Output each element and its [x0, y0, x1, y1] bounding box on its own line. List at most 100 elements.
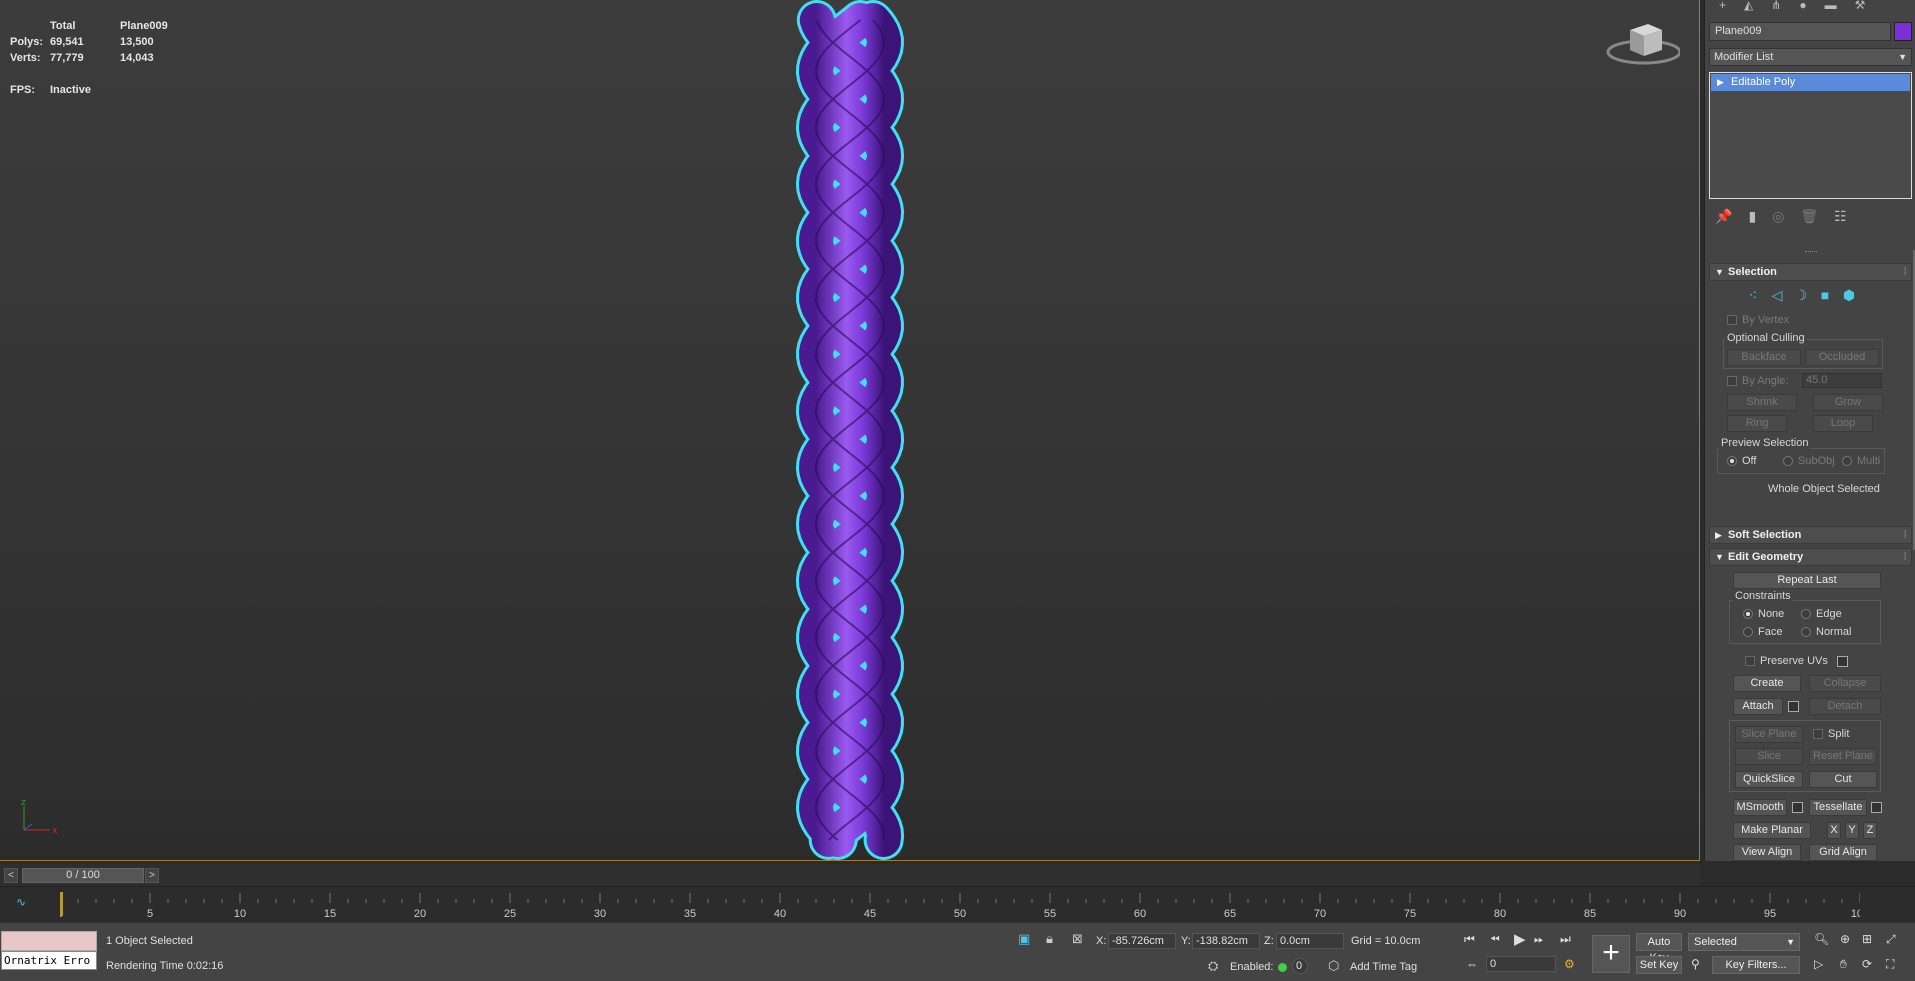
- go-to-end-icon[interactable]: ⏭: [1560, 932, 1571, 947]
- expand-triangle-icon[interactable]: ▶: [1717, 74, 1724, 91]
- previous-frame-icon[interactable]: ⏪︎: [1490, 932, 1500, 947]
- set-keys-icon[interactable]: +: [1592, 935, 1630, 973]
- shrink-button[interactable]: Shrink: [1727, 394, 1797, 411]
- by-vertex-checkbox[interactable]: [1727, 315, 1737, 326]
- key-mode-icon[interactable]: ⇔: [1466, 957, 1478, 971]
- attach-list-icon[interactable]: [1788, 701, 1799, 712]
- preview-multi-radio[interactable]: Multi: [1842, 455, 1880, 467]
- y-coordinate-field[interactable]: -138.82cm: [1192, 933, 1260, 949]
- reset-plane-button[interactable]: Reset Plane: [1809, 748, 1877, 765]
- zoom-all-icon[interactable]: ⊕: [1840, 932, 1850, 946]
- loop-button[interactable]: Loop: [1813, 415, 1873, 432]
- absolute-mode-icon[interactable]: ⊠: [1072, 931, 1083, 947]
- panel-resize-grip[interactable]: [1805, 251, 1817, 253]
- hierarchy-tab-icon[interactable]: ⋔: [1771, 0, 1781, 12]
- display-tab-icon[interactable]: ▬: [1825, 0, 1837, 12]
- time-tag-icon[interactable]: ⬡: [1328, 958, 1339, 974]
- time-configuration-icon[interactable]: ⚙: [1564, 957, 1575, 971]
- split-option[interactable]: Split: [1813, 728, 1849, 740]
- detach-button[interactable]: Detach: [1809, 698, 1881, 715]
- cut-button[interactable]: Cut: [1809, 771, 1877, 788]
- ring-button[interactable]: Ring: [1727, 415, 1787, 432]
- pan-view-icon[interactable]: ✋︎: [1840, 957, 1847, 972]
- slice-button[interactable]: Slice: [1735, 748, 1803, 765]
- add-time-tag[interactable]: Add Time Tag: [1350, 961, 1417, 973]
- constraint-face-radio[interactable]: Face: [1743, 626, 1782, 638]
- x-coordinate-field[interactable]: -85.726cm: [1108, 933, 1176, 949]
- border-level-icon[interactable]: ☽: [1793, 287, 1809, 303]
- by-angle-option[interactable]: By Angle:: [1727, 375, 1788, 387]
- maximize-viewport-icon[interactable]: ⛶: [1886, 957, 1894, 972]
- view-align-button[interactable]: View Align: [1733, 844, 1801, 861]
- split-checkbox[interactable]: [1813, 729, 1823, 740]
- viewcube-icon[interactable]: [1600, 22, 1680, 72]
- angle-spinner[interactable]: 45.0: [1802, 373, 1882, 388]
- by-vertex-option[interactable]: By Vertex: [1727, 314, 1789, 326]
- maxscript-input[interactable]: [1, 931, 97, 951]
- modify-tab-icon[interactable]: ◭: [1744, 0, 1753, 12]
- curve-editor-icon[interactable]: ∿: [16, 895, 26, 909]
- pin-stack-icon[interactable]: 📌: [1715, 208, 1732, 225]
- zoom-extents-all-icon[interactable]: ⤢: [1886, 932, 1896, 947]
- object-color-swatch[interactable]: [1894, 22, 1912, 41]
- object-name-field[interactable]: Plane009: [1709, 22, 1891, 41]
- show-end-result-icon[interactable]: ▮: [1748, 208, 1756, 225]
- vertex-level-icon[interactable]: ⁖: [1745, 287, 1761, 303]
- preserve-uvs-option[interactable]: Preserve UVs: [1745, 655, 1828, 667]
- play-icon[interactable]: ▶: [1514, 930, 1526, 948]
- motion-tab-icon[interactable]: ●: [1799, 0, 1806, 12]
- current-frame-field[interactable]: 0: [1486, 956, 1556, 972]
- constraint-edge-radio[interactable]: Edge: [1801, 608, 1842, 620]
- configure-modifier-sets-icon[interactable]: ☷: [1834, 208, 1847, 225]
- time-slider-thumb[interactable]: 0 / 100: [22, 868, 144, 883]
- slice-plane-button[interactable]: Slice Plane: [1735, 726, 1803, 743]
- make-planar-y-button[interactable]: Y: [1845, 822, 1859, 839]
- remove-modifier-icon[interactable]: 🗑: [1800, 208, 1818, 225]
- attach-button[interactable]: Attach: [1733, 698, 1783, 715]
- constraint-none-radio[interactable]: None: [1743, 608, 1784, 620]
- edit-geometry-rollout-header[interactable]: ▼ Edit Geometry ⁞: [1709, 548, 1912, 566]
- backface-button[interactable]: Backface: [1727, 349, 1801, 366]
- selection-lock-icon[interactable]: ▣: [1018, 931, 1030, 947]
- make-planar-x-button[interactable]: X: [1827, 822, 1841, 839]
- utilities-tab-icon[interactable]: ⚒: [1855, 0, 1866, 12]
- polygon-level-icon[interactable]: ■: [1817, 287, 1833, 303]
- create-button[interactable]: Create: [1733, 675, 1801, 692]
- auto-key-button[interactable]: Auto Key: [1636, 933, 1682, 964]
- grid-align-button[interactable]: Grid Align: [1809, 844, 1877, 861]
- element-level-icon[interactable]: ⬢: [1841, 287, 1857, 303]
- next-frame-icon[interactable]: ⏩︎: [1534, 932, 1544, 947]
- z-coordinate-field[interactable]: 0.0cm: [1276, 933, 1344, 949]
- maxscript-listener[interactable]: Ornatrix Erro: [1, 931, 97, 971]
- frame-ruler[interactable]: 0510152025303540455055606570758085909510…: [60, 887, 1860, 923]
- tessellate-settings-icon[interactable]: [1871, 802, 1882, 813]
- by-angle-checkbox[interactable]: [1727, 376, 1737, 387]
- set-key-button[interactable]: Set Key: [1636, 956, 1682, 974]
- modifier-list-dropdown[interactable]: Modifier List ▼: [1709, 48, 1912, 66]
- quickslice-button[interactable]: QuickSlice: [1735, 771, 1803, 788]
- preserve-uvs-checkbox[interactable]: [1745, 656, 1755, 667]
- maxscript-output[interactable]: Ornatrix Erro: [1, 951, 97, 970]
- key-filters-button[interactable]: Key Filters...: [1712, 956, 1800, 974]
- key-filters-icon[interactable]: ⚲: [1691, 957, 1700, 971]
- occluded-button[interactable]: Occluded: [1805, 349, 1879, 366]
- lock-icon[interactable]: 🔒︎: [1046, 931, 1053, 947]
- perspective-viewport[interactable]: Total Plane009 Polys: 69,541 13,500 Vert…: [0, 0, 1700, 861]
- go-to-start-icon[interactable]: ⏮: [1464, 932, 1475, 947]
- key-mode-dropdown[interactable]: Selected ▼: [1688, 933, 1800, 951]
- msmooth-settings-icon[interactable]: [1792, 802, 1803, 813]
- preserve-uvs-settings-icon[interactable]: [1837, 656, 1848, 667]
- zoom-icon[interactable]: 🔍︎: [1814, 932, 1829, 946]
- repeat-last-button[interactable]: Repeat Last: [1733, 572, 1881, 589]
- preview-off-radio[interactable]: Off: [1727, 455, 1756, 467]
- field-of-view-icon[interactable]: ▷: [1814, 957, 1823, 971]
- make-unique-icon[interactable]: ◎: [1772, 208, 1784, 225]
- edge-level-icon[interactable]: ◁: [1769, 287, 1785, 303]
- selection-rollout-header[interactable]: ▼ Selection ⁞: [1709, 263, 1912, 281]
- braid-mesh-object[interactable]: [770, 0, 930, 861]
- collapse-button[interactable]: Collapse: [1809, 675, 1881, 692]
- create-tab-icon[interactable]: +: [1719, 0, 1726, 12]
- make-planar-z-button[interactable]: Z: [1863, 822, 1877, 839]
- tessellate-button[interactable]: Tessellate: [1809, 799, 1867, 816]
- zoom-extents-icon[interactable]: ⊞: [1862, 932, 1872, 946]
